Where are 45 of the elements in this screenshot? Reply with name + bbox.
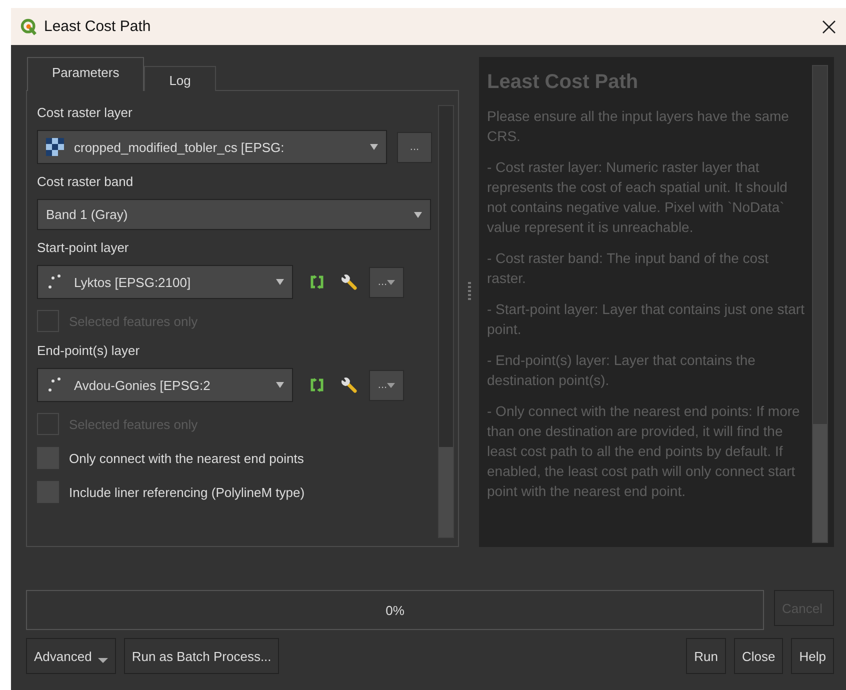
layer-dropdown[interactable]: Lyktos [EPSG:2100] (37, 265, 293, 299)
band-dropdown[interactable]: Band 1 (Gray) (37, 199, 431, 230)
caret-icon (370, 144, 378, 150)
browse-menu-button[interactable]: ... (369, 370, 404, 400)
raster-icon (46, 138, 64, 156)
batch-button[interactable]: Run as Batch Process... (124, 638, 280, 674)
refresh-icon[interactable] (309, 275, 325, 289)
window-title: Least Cost Path (44, 18, 151, 35)
splitter-handle[interactable] (468, 282, 470, 302)
scrollbar[interactable] (812, 65, 828, 543)
refresh-icon[interactable] (309, 378, 325, 392)
help-paragraph: - Only connect with the nearest end points: If more than one destination are provided, it will find the least cost path to all the end points by default. If enabled, the least cost path will only connect start point with the nearest end point. (487, 402, 801, 501)
caret-icon (98, 658, 108, 662)
tab[interactable]: Log (144, 66, 216, 91)
field-label: Cost raster band (37, 174, 134, 189)
dialog-button[interactable]: Close (734, 638, 784, 674)
dialog-button[interactable]: Help (791, 638, 834, 674)
field-label: Cost raster layer (37, 105, 134, 120)
help-paragraph: Please ensure all the input layers have the same CRS. (487, 107, 790, 146)
caret-icon (276, 279, 284, 285)
wrench-icon[interactable] (341, 377, 357, 393)
field-label: Start-point layer (37, 240, 130, 255)
close-icon[interactable] (822, 20, 836, 34)
scrollbar[interactable] (438, 105, 454, 538)
help-paragraph: - End-point(s) layer: Layer that contains the destination point(s). (487, 351, 756, 390)
progress-label: 0% (386, 602, 404, 618)
app-logo-icon (20, 18, 38, 36)
tab[interactable]: Parameters (27, 57, 144, 91)
help-paragraph: - Start-point layer: Layer that contains just one start point. (487, 300, 806, 339)
checkbox-label: Only connect with the nearest end points (69, 450, 304, 466)
help-paragraph: - Cost raster band: The input band of the cost raster. (487, 249, 770, 288)
dialog-button[interactable]: Run (686, 638, 726, 674)
help-paragraph: - Cost raster layer: Numeric raster layer that represents the cost of each spatial unit. It should not contains negative value. Pixel with `NoData` value represent it is unreachable. (487, 158, 788, 237)
caret-icon (414, 212, 422, 218)
layer-dropdown[interactable]: Avdou-Gonies [EPSG:2 (37, 368, 293, 402)
wrench-icon[interactable] (341, 274, 357, 290)
advanced-menu-button[interactable]: Advanced (26, 638, 116, 674)
caret-icon (387, 280, 396, 284)
field-label: End-point(s) layer (37, 343, 141, 358)
layer-dropdown[interactable]: cropped_modified_tobler_cs [EPSG: (37, 130, 387, 164)
browse-button[interactable]: ... (397, 132, 432, 162)
caret-icon (387, 382, 396, 388)
checkbox-label: Include liner referencing (PolylineM type) (69, 484, 305, 500)
browse-menu-button[interactable]: ... (369, 266, 404, 298)
caret-icon (276, 382, 284, 388)
